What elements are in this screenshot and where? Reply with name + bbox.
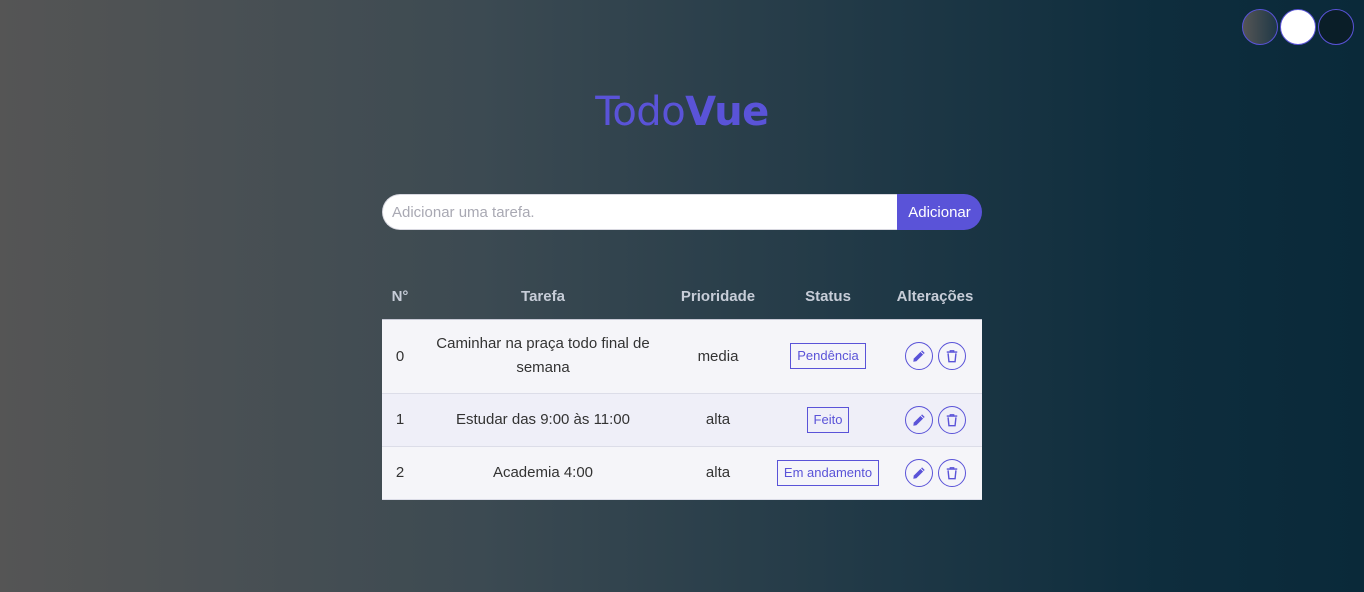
row-status-cell: Em andamento	[768, 446, 888, 500]
row-status-cell: Pendência	[768, 319, 888, 394]
table-row: 1 Estudar das 9:00 às 11:00 alta Feito	[382, 393, 982, 447]
table-header-row: N° Tarefa Prioridade Status Alterações	[382, 275, 982, 320]
row-priority: alta	[668, 393, 768, 447]
pencil-icon	[912, 466, 925, 479]
row-status-cell: Feito	[768, 393, 888, 447]
status-badge[interactable]: Em andamento	[776, 459, 880, 486]
row-actions	[888, 393, 982, 447]
delete-button[interactable]	[937, 405, 966, 434]
table-row: 0 Caminhar na praça todo final de semana…	[382, 319, 982, 394]
status-badge[interactable]: Feito	[806, 406, 850, 433]
header-status: Status	[768, 275, 888, 320]
status-badge[interactable]: Pendência	[790, 343, 866, 369]
row-priority: alta	[668, 446, 768, 500]
task-input[interactable]	[382, 194, 897, 230]
edit-button[interactable]	[904, 458, 933, 487]
row-actions-group	[888, 342, 982, 370]
trash-icon	[946, 350, 957, 363]
row-priority: media	[668, 319, 768, 394]
row-number: 0	[382, 319, 418, 394]
row-actions	[888, 446, 982, 500]
pencil-icon	[912, 350, 925, 362]
header-task: Tarefa	[418, 275, 668, 320]
theme-switcher	[1242, 9, 1354, 45]
delete-button[interactable]	[937, 458, 966, 487]
delete-button[interactable]	[937, 342, 966, 370]
title-part-vue: Vue	[685, 89, 769, 135]
pencil-icon	[912, 413, 925, 426]
title-part-todo: Todo	[595, 89, 686, 135]
add-task-form: Adicionar	[382, 194, 982, 230]
row-number: 1	[382, 393, 418, 447]
edit-button[interactable]	[904, 342, 933, 370]
theme-light-button[interactable]	[1280, 9, 1316, 45]
header-actions: Alterações	[888, 275, 982, 320]
task-table: N° Tarefa Prioridade Status Alterações 0…	[382, 275, 982, 500]
header-priority: Prioridade	[668, 275, 768, 320]
row-actions-group	[888, 405, 982, 434]
page-title: TodoVue	[0, 88, 1364, 136]
add-button[interactable]: Adicionar	[897, 194, 982, 230]
edit-button[interactable]	[904, 405, 933, 434]
theme-dark-button[interactable]	[1318, 9, 1354, 45]
row-task: Estudar das 9:00 às 11:00	[418, 393, 668, 447]
row-task: Caminhar na praça todo final de semana	[418, 319, 668, 394]
header-number: N°	[382, 275, 418, 320]
row-task: Academia 4:00	[418, 446, 668, 500]
trash-icon	[946, 466, 957, 479]
row-actions-group	[888, 458, 982, 487]
trash-icon	[946, 413, 957, 426]
theme-gradient-button[interactable]	[1242, 9, 1278, 45]
table-row: 2 Academia 4:00 alta Em andamento	[382, 446, 982, 500]
row-actions	[888, 319, 982, 394]
row-number: 2	[382, 446, 418, 500]
